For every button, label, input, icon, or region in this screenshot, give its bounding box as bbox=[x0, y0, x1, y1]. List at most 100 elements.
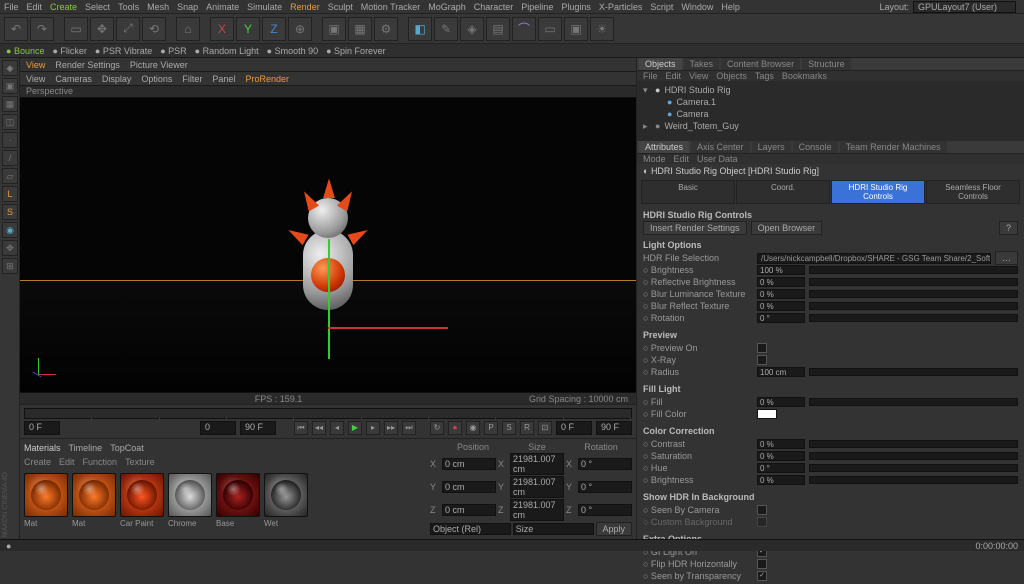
object-tree[interactable]: ▾●HDRI Studio Rig●Camera.1●Camera▸●Weird… bbox=[637, 81, 1024, 141]
tab-topcoat[interactable]: TopCoat bbox=[110, 443, 144, 453]
coord-size[interactable]: 21981.007 cm bbox=[510, 499, 564, 521]
prop-value[interactable]: 0 % bbox=[757, 397, 805, 407]
pen-icon[interactable]: ✎ bbox=[434, 17, 458, 41]
object-row[interactable]: ●Camera.1 bbox=[643, 96, 1018, 108]
tab-structure[interactable]: Structure bbox=[802, 58, 851, 70]
menu-help[interactable]: Help bbox=[721, 2, 740, 12]
prop-value[interactable]: 0 ° bbox=[757, 463, 805, 473]
key-rot-icon[interactable]: R bbox=[520, 421, 534, 435]
next-key-icon[interactable]: ▸▸ bbox=[384, 421, 398, 435]
menu-window[interactable]: Window bbox=[681, 2, 713, 12]
time-cur[interactable]: 0 bbox=[200, 421, 236, 435]
soft-icon[interactable]: ◉ bbox=[2, 222, 18, 238]
prev-frame-icon[interactable]: ◂ bbox=[330, 421, 344, 435]
mat-texture[interactable]: Texture bbox=[125, 457, 155, 467]
time-end[interactable]: 90 F bbox=[240, 421, 276, 435]
prop-value[interactable]: 0 % bbox=[757, 475, 805, 485]
prop-checkbox[interactable] bbox=[757, 559, 767, 569]
key-pos-icon[interactable]: P bbox=[484, 421, 498, 435]
vm-options[interactable]: Options bbox=[141, 74, 172, 84]
help-icon[interactable]: ? bbox=[999, 221, 1018, 235]
object-row[interactable]: ●Camera bbox=[643, 108, 1018, 120]
menu-simulate[interactable]: Simulate bbox=[247, 2, 282, 12]
tab-layers[interactable]: Layers bbox=[752, 141, 791, 153]
prop-value[interactable]: 0 % bbox=[757, 277, 805, 287]
coord-rot[interactable]: 0 ° bbox=[578, 504, 632, 516]
axis-z-icon[interactable]: Z bbox=[262, 17, 286, 41]
cube-icon[interactable]: ◧ bbox=[408, 17, 432, 41]
time-ruler[interactable] bbox=[24, 408, 632, 419]
move-icon[interactable]: ✥ bbox=[90, 17, 114, 41]
gizmo-y-axis[interactable] bbox=[328, 239, 330, 359]
goto-end-icon[interactable]: ⏭ bbox=[402, 421, 416, 435]
menu-snap[interactable]: Snap bbox=[177, 2, 198, 12]
mat-create[interactable]: Create bbox=[24, 457, 51, 467]
tab-pictureviewer[interactable]: Picture Viewer bbox=[130, 60, 188, 70]
play-icon[interactable]: ▶ bbox=[348, 421, 362, 435]
prop-checkbox[interactable] bbox=[757, 343, 767, 353]
prop-slider[interactable] bbox=[809, 314, 1018, 322]
material-preview[interactable] bbox=[72, 473, 116, 517]
tab-contentbrowser[interactable]: Content Browser bbox=[721, 58, 800, 70]
prop-slider[interactable] bbox=[809, 452, 1018, 460]
script-smooth90[interactable]: ● Smooth 90 bbox=[267, 46, 318, 56]
prop-checkbox[interactable] bbox=[757, 505, 767, 515]
coord-pos[interactable]: 0 cm bbox=[442, 481, 496, 493]
material-preview[interactable] bbox=[24, 473, 68, 517]
goto-start-icon[interactable]: ⏮ bbox=[294, 421, 308, 435]
tab-timeline[interactable]: Timeline bbox=[69, 443, 103, 453]
vm-view[interactable]: View bbox=[26, 74, 45, 84]
prop-slider[interactable] bbox=[809, 398, 1018, 406]
open-browser-button[interactable]: Open Browser bbox=[751, 221, 823, 235]
script-flicker[interactable]: ● Flicker bbox=[52, 46, 86, 56]
axis-x-icon[interactable]: X bbox=[210, 17, 234, 41]
tweak-icon[interactable]: ✥ bbox=[2, 240, 18, 256]
viewport[interactable] bbox=[20, 98, 636, 392]
point-mode-icon[interactable]: · bbox=[2, 132, 18, 148]
recent-icon[interactable]: ⌂ bbox=[176, 17, 200, 41]
menu-pipeline[interactable]: Pipeline bbox=[521, 2, 553, 12]
insert-render-settings-button[interactable]: Insert Render Settings bbox=[643, 221, 747, 235]
next-frame-icon[interactable]: ▸ bbox=[366, 421, 380, 435]
gizmo-x-axis[interactable] bbox=[328, 327, 448, 329]
light-icon[interactable]: ☀ bbox=[590, 17, 614, 41]
time-max[interactable]: 90 F bbox=[596, 421, 632, 435]
prop-value[interactable]: 100 % bbox=[757, 265, 805, 275]
hdr-path-field[interactable]: /Users/nickcampbell/Dropbox/SHARE - GSG … bbox=[757, 253, 991, 264]
camera-icon[interactable]: ▣ bbox=[564, 17, 588, 41]
menu-mesh[interactable]: Mesh bbox=[147, 2, 169, 12]
subdiv-icon[interactable]: ◈ bbox=[460, 17, 484, 41]
menu-mograph[interactable]: MoGraph bbox=[428, 2, 466, 12]
object-row[interactable]: ▸●Weird_Totem_Guy bbox=[643, 120, 1018, 132]
menu-xparticles[interactable]: X-Particles bbox=[599, 2, 643, 12]
menu-character[interactable]: Character bbox=[474, 2, 514, 12]
prop-value[interactable]: 0 ° bbox=[757, 313, 805, 323]
texture-mode-icon[interactable]: ▦ bbox=[2, 96, 18, 112]
coord-mode2[interactable]: Size bbox=[513, 523, 594, 535]
render-region-icon[interactable]: ▦ bbox=[348, 17, 372, 41]
prop-value[interactable]: 0 % bbox=[757, 301, 805, 311]
coord-size[interactable]: 21981.007 cm bbox=[510, 453, 564, 475]
tab-axiscenter[interactable]: Axis Center bbox=[691, 141, 750, 153]
key-scale-icon[interactable]: S bbox=[502, 421, 516, 435]
prop-checkbox[interactable] bbox=[757, 355, 767, 365]
menu-create[interactable]: Create bbox=[50, 2, 77, 12]
path-browse-icon[interactable]: … bbox=[995, 251, 1018, 265]
rotate-icon[interactable]: ⟲ bbox=[142, 17, 166, 41]
prop-value[interactable]: 0 % bbox=[757, 451, 805, 461]
tab-takes[interactable]: Takes bbox=[684, 58, 720, 70]
prop-slider[interactable] bbox=[809, 368, 1018, 376]
coord-pos[interactable]: 0 cm bbox=[442, 504, 496, 516]
vm-display[interactable]: Display bbox=[102, 74, 132, 84]
menu-animate[interactable]: Animate bbox=[206, 2, 239, 12]
menu-script[interactable]: Script bbox=[650, 2, 673, 12]
floor-icon[interactable]: ▭ bbox=[538, 17, 562, 41]
scale-icon[interactable]: ⤢ bbox=[116, 17, 140, 41]
select-icon[interactable]: ▭ bbox=[64, 17, 88, 41]
menu-render[interactable]: Render bbox=[290, 2, 320, 12]
tab-console[interactable]: Console bbox=[793, 141, 838, 153]
prop-checkbox[interactable] bbox=[757, 571, 767, 581]
prop-slider[interactable] bbox=[809, 302, 1018, 310]
poly-mode-icon[interactable]: ▱ bbox=[2, 168, 18, 184]
coord-rot[interactable]: 0 ° bbox=[578, 458, 632, 470]
